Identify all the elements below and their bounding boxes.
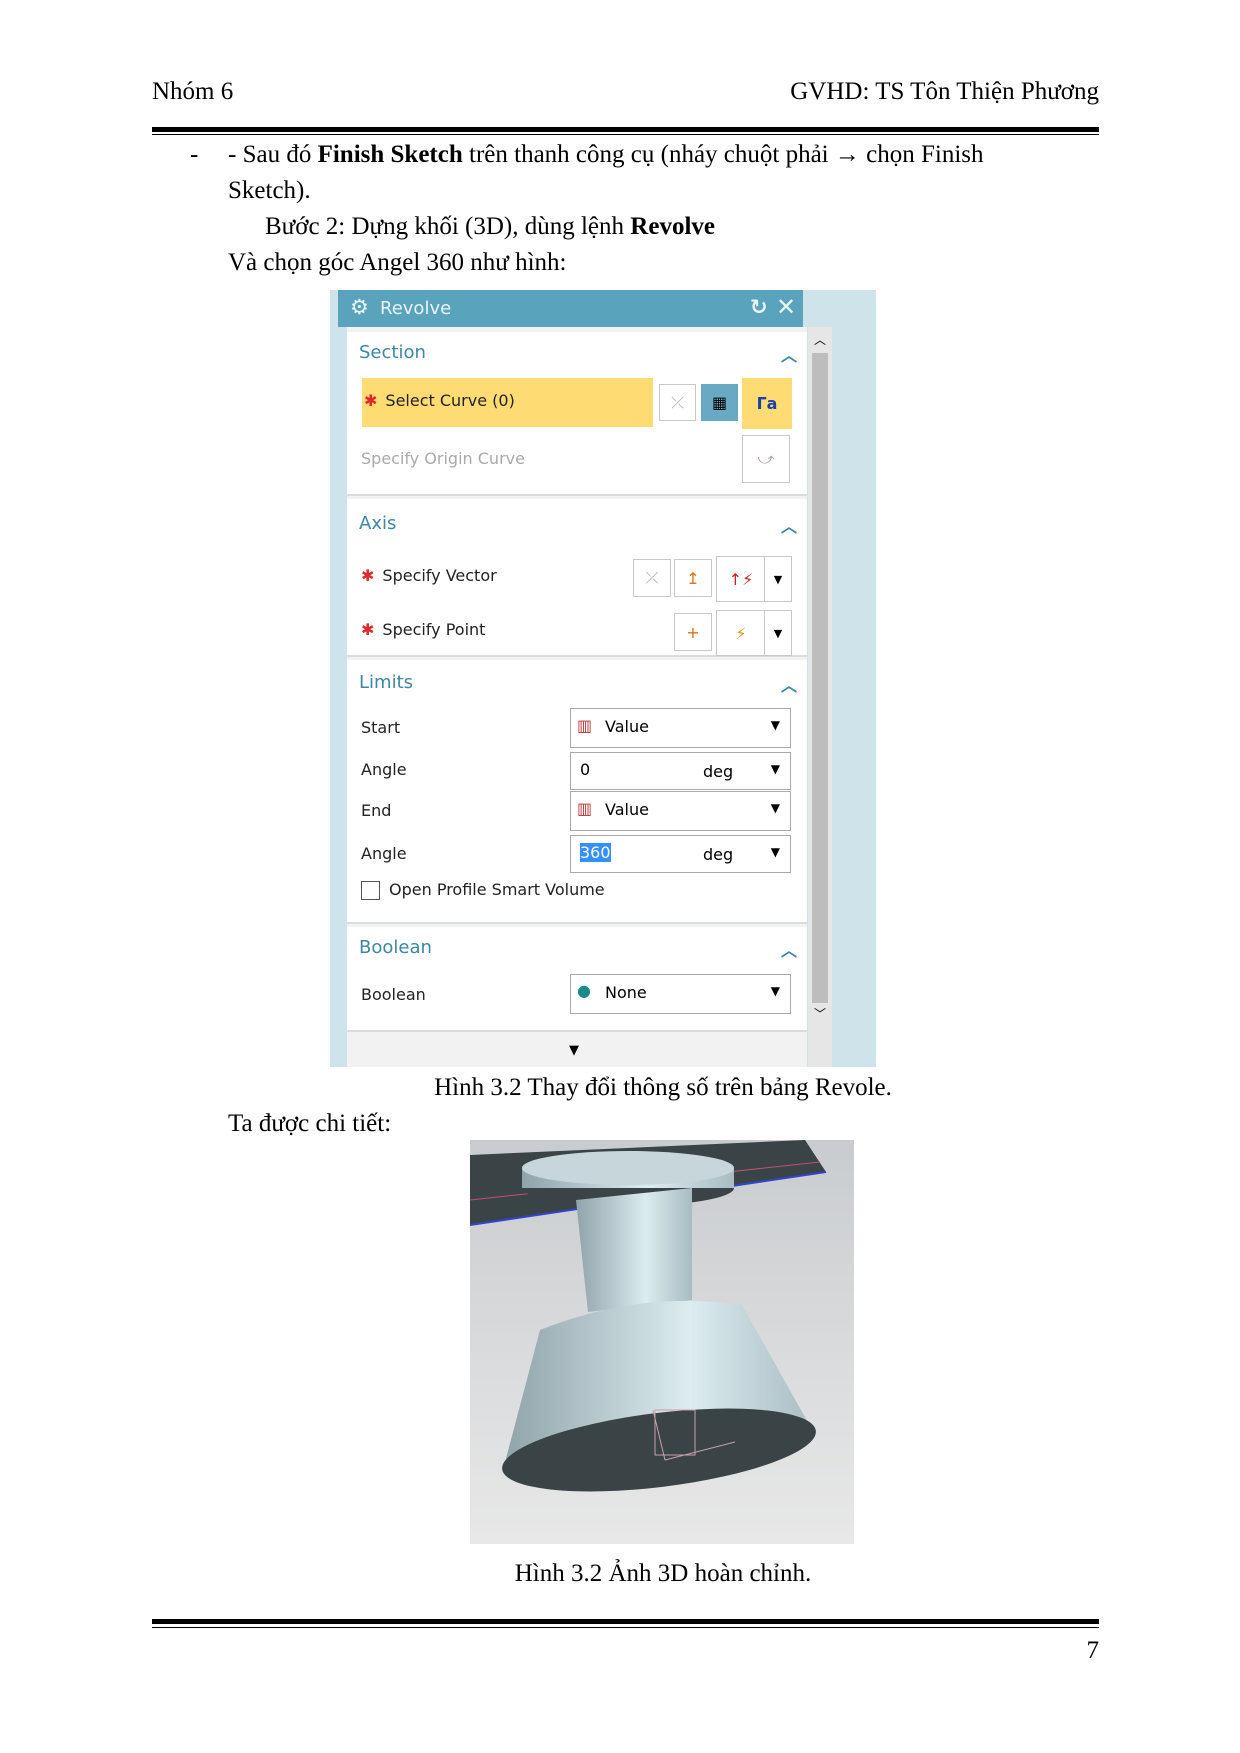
value-icon: ▥ <box>577 799 593 818</box>
paragraph-line: Sketch). <box>228 177 311 204</box>
chevron-down-icon: ▼ <box>770 762 780 776</box>
text: Value <box>605 800 649 819</box>
inferred-point-button[interactable]: ⚡ <box>716 610 766 656</box>
paragraph-line: Và chọn góc Angel 360 như hình: <box>228 249 567 276</box>
selection-filter-button[interactable]: ▦ <box>701 384 738 421</box>
section-header[interactable]: Section <box>359 342 426 363</box>
axis-header[interactable]: Axis <box>359 513 396 534</box>
vector-dialog-button[interactable]: ↥ <box>674 559 712 597</box>
end-angle-label: Angle <box>361 844 407 863</box>
start-select[interactable]: ▥ Value ▼ <box>570 708 791 748</box>
figure-caption: Hình 3.2 Thay đổi thông số trên bảng Rev… <box>434 1074 892 1101</box>
text-bold: Finish Sketch <box>317 141 463 168</box>
sketch-section-button[interactable]: ᒥa <box>742 378 792 429</box>
chevron-down-icon: ▼ <box>770 984 780 998</box>
select-curve-label: ✱ Select Curve (0) <box>364 391 515 410</box>
start-angle-input[interactable]: 0 deg ▼ <box>570 752 791 790</box>
flange-disc <box>522 1151 734 1185</box>
dialog-content: Section ︿ ✱ Select Curve (0) ⤫ ▦ ᒥa Speci… <box>347 327 807 1067</box>
text-bold: Revolve <box>630 213 715 240</box>
text: Specify Point <box>382 620 486 639</box>
required-icon: ✱ <box>361 566 375 585</box>
cylinder-shaft <box>576 1188 692 1312</box>
specify-point-label[interactable]: ✱ Specify Point <box>361 620 485 639</box>
text: Value <box>605 717 649 736</box>
specify-vector-label[interactable]: ✱ Specify Vector <box>361 566 497 585</box>
gear-icon[interactable]: ⚙ <box>350 295 369 319</box>
dialog-title: Revolve <box>380 298 452 319</box>
header-rule <box>152 127 1099 132</box>
select-curve-row[interactable]: ✱ Select Curve (0) <box>362 378 653 427</box>
end-label: End <box>361 801 392 820</box>
figure-caption: Hình 3.2 Ảnh 3D hoàn chỉnh. <box>514 1560 812 1587</box>
end-angle-input[interactable]: 360 deg ▼ <box>570 835 791 873</box>
page-number: 7 <box>1086 1637 1100 1664</box>
point-dropdown[interactable]: ▼ <box>764 610 792 656</box>
scroll-thumb[interactable] <box>812 353 828 1003</box>
text: - Sau đó <box>228 141 318 168</box>
vector-dropdown[interactable]: ▼ <box>764 556 792 602</box>
header-group: Nhóm 6 <box>152 78 234 105</box>
end-select[interactable]: ▥ Value ▼ <box>570 791 791 831</box>
bullet: - <box>190 141 199 168</box>
limits-group: Limits ︿ Start ▥ Value ▼ Angle 0 deg ▼ End ▥… <box>347 660 807 924</box>
reset-icon[interactable]: ↻ <box>750 295 768 319</box>
header-rule-thin <box>152 134 1099 135</box>
point-dialog-button[interactable]: + <box>674 613 712 651</box>
paragraph-line: - Sau đó Finish Sketch trên thanh công c… <box>228 140 984 170</box>
revolve-dialog: ⚙ Revolve ↻ ✕ Section ︿ ✱ Select Curve (0… <box>330 290 876 1067</box>
text: Bước 2: Dựng khối (3D), dùng lệnh <box>265 213 631 240</box>
dialog-title-bar: ⚙ Revolve ↻ ✕ <box>338 290 803 327</box>
start-label: Start <box>361 718 401 737</box>
unit: deg <box>703 762 734 781</box>
boolean-header[interactable]: Boolean <box>359 937 432 958</box>
start-angle-label: Angle <box>361 760 407 779</box>
text: trên thanh công cụ (nháy chuột phải → ch… <box>462 141 984 168</box>
boolean-none-icon: ● <box>577 981 591 1000</box>
text: Select Curve (0) <box>385 391 515 410</box>
footer-rule <box>152 1619 1099 1624</box>
paragraph-line: Ta được chi tiết: <box>228 1110 392 1137</box>
chevron-down-icon: ▼ <box>770 845 780 859</box>
boolean-group: Boolean ︿ Boolean ● None ▼ <box>347 927 807 1032</box>
origin-curve-label: Specify Origin Curve <box>361 449 525 468</box>
text: None <box>605 983 647 1002</box>
close-icon[interactable]: ✕ <box>776 293 796 321</box>
deselect-button[interactable]: ⤫ <box>633 559 671 597</box>
axis-group: Axis ︿ ✱ Specify Vector ⤫ ↥ ↑⚡ ▼ ✱ Specify… <box>347 499 807 657</box>
open-profile-checkbox[interactable] <box>361 881 380 900</box>
limits-header[interactable]: Limits <box>359 672 413 693</box>
boolean-select[interactable]: ● None ▼ <box>570 974 791 1014</box>
scroll-down-icon[interactable]: ﹀ <box>814 1005 826 1022</box>
step-heading: Bước 2: Dựng khối (3D), dùng lệnh Revolv… <box>265 212 715 242</box>
required-icon: ✱ <box>364 391 378 410</box>
header-instructor: GVHD: TS Tôn Thiện Phương <box>790 78 1099 105</box>
inferred-vector-button[interactable]: ↑⚡ <box>716 556 766 602</box>
more-options-icon[interactable]: ▼ <box>569 1043 579 1058</box>
value-icon: ▥ <box>577 716 593 735</box>
scrollbar[interactable]: ︿ ﹀ <box>808 327 832 1067</box>
text: Specify Vector <box>382 566 497 585</box>
boolean-label: Boolean <box>361 985 426 1004</box>
collapse-icon[interactable]: ︿ <box>781 672 797 696</box>
collapse-icon[interactable]: ︿ <box>781 342 797 366</box>
3d-model-image <box>470 1140 854 1544</box>
section-group: Section ︿ ✱ Select Curve (0) ⤫ ▦ ᒥa Speci… <box>347 332 807 496</box>
origin-curve-button[interactable]: ⤻ <box>742 435 790 483</box>
chevron-down-icon: ▼ <box>770 801 780 815</box>
chevron-down-icon: ▼ <box>770 718 780 732</box>
scroll-up-icon[interactable]: ︿ <box>814 331 826 348</box>
footer-rule-thin <box>152 1627 1099 1628</box>
text-selected: 360 <box>580 843 611 862</box>
text: 0 <box>580 760 591 779</box>
deselect-button[interactable]: ⤫ <box>659 384 696 421</box>
collapse-icon[interactable]: ︿ <box>781 937 797 961</box>
required-icon: ✱ <box>361 620 375 639</box>
unit: deg <box>703 845 734 864</box>
collapse-icon[interactable]: ︿ <box>781 513 797 537</box>
open-profile-label[interactable]: Open Profile Smart Volume <box>389 880 605 899</box>
